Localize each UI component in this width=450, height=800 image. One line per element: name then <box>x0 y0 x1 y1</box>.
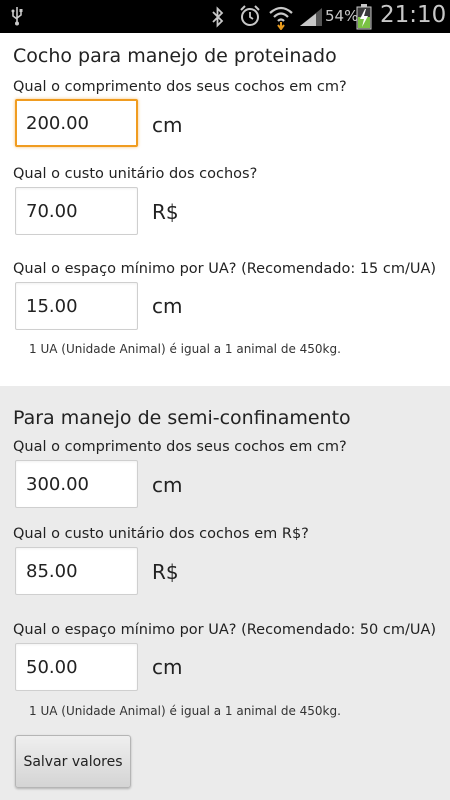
battery-charging-icon <box>356 4 372 34</box>
proteinado-length-label: Qual o comprimento dos seus cochos em cm… <box>13 79 347 95</box>
wifi-icon <box>268 4 294 34</box>
save-values-button[interactable]: Salvar valores <box>15 735 131 788</box>
semi-space-input[interactable] <box>15 643 138 691</box>
semi-length-unit: cm <box>152 473 183 497</box>
alarm-icon <box>238 4 262 32</box>
status-bar: 54% 21:10 <box>0 0 450 33</box>
semi-cost-input[interactable] <box>15 547 138 595</box>
semi-length-label: Qual o comprimento dos seus cochos em cm… <box>13 439 347 455</box>
clock-time: 21:10 <box>380 2 447 28</box>
semi-length-input[interactable] <box>15 460 138 508</box>
semi-cost-label: Qual o custo unitário dos cochos em R$? <box>13 526 309 542</box>
proteinado-length-unit: cm <box>152 113 183 137</box>
proteinado-cost-unit: R$ <box>152 200 179 224</box>
bluetooth-icon <box>211 6 225 32</box>
semi-ua-note: 1 UA (Unidade Animal) é igual a 1 animal… <box>29 704 341 718</box>
signal-icon <box>299 8 323 30</box>
semi-cost-unit: R$ <box>152 560 179 584</box>
proteinado-space-label: Qual o espaço mínimo por UA? (Recomendad… <box>13 261 437 277</box>
battery-percent: 54% <box>325 7 359 25</box>
proteinado-cost-label: Qual o custo unitário dos cochos? <box>13 166 258 182</box>
usb-icon <box>10 6 24 30</box>
semi-space-unit: cm <box>152 655 183 679</box>
proteinado-space-unit: cm <box>152 294 183 318</box>
semi-space-label: Qual o espaço mínimo por UA? (Recomendad… <box>13 622 437 638</box>
proteinado-cost-input[interactable] <box>15 187 138 235</box>
semi-confinamento-title: Para manejo de semi-confinamento <box>13 407 351 429</box>
proteinado-length-input[interactable] <box>15 99 138 147</box>
proteinado-ua-note: 1 UA (Unidade Animal) é igual a 1 animal… <box>29 342 341 356</box>
proteinado-space-input[interactable] <box>15 282 138 330</box>
proteinado-title: Cocho para manejo de proteinado <box>13 45 337 67</box>
